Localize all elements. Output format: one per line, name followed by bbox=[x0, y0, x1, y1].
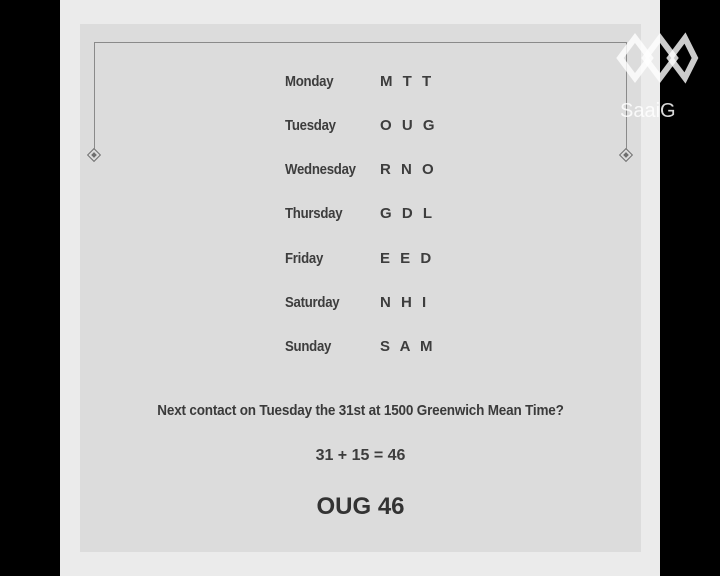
day-letters: S A M bbox=[380, 338, 433, 355]
puzzle-equation: 31 + 15 = 46 bbox=[315, 447, 406, 464]
puzzle-question: Next contact on Tuesday the 31st at 1500… bbox=[157, 402, 564, 419]
day-label: Tuesday bbox=[285, 117, 336, 134]
day-letters: G D L bbox=[380, 205, 432, 222]
day-letters: M T T bbox=[380, 73, 432, 90]
bracket-top-line bbox=[94, 42, 627, 43]
day-label: Friday bbox=[285, 250, 324, 267]
day-letters: N H I bbox=[380, 294, 427, 311]
puzzle-answer: OUG 46 bbox=[316, 493, 405, 520]
day-label: Sunday bbox=[285, 338, 332, 355]
day-letters: O U G bbox=[380, 117, 435, 134]
day-label: Monday bbox=[285, 73, 334, 90]
puzzle-card bbox=[80, 24, 641, 552]
day-letters: R N O bbox=[380, 161, 434, 178]
watermark-text: SaaiG bbox=[620, 100, 676, 122]
day-label: Saturday bbox=[285, 294, 340, 311]
day-label: Thursday bbox=[285, 205, 343, 222]
day-label: Wednesday bbox=[285, 161, 356, 178]
day-letters: E E D bbox=[380, 250, 432, 267]
bracket-left-line bbox=[94, 42, 95, 150]
